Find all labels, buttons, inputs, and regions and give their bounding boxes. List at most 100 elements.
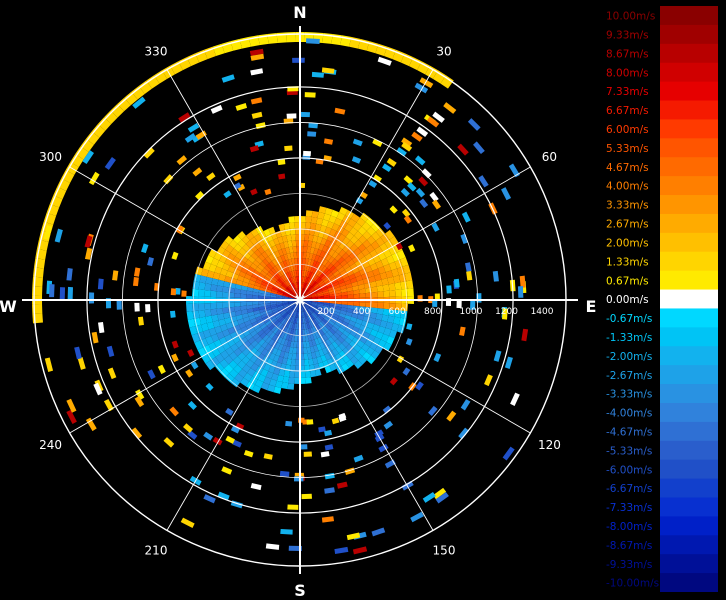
azimuth-label: 330 bbox=[145, 45, 168, 59]
colorbar-label: 8.67m/s bbox=[606, 48, 649, 60]
echo-cell bbox=[204, 289, 211, 297]
azimuth-label: 60 bbox=[542, 150, 557, 164]
echo-cell bbox=[252, 294, 259, 299]
echo-cell bbox=[352, 138, 363, 147]
colorbar-swatch bbox=[660, 157, 718, 177]
echo-cell bbox=[221, 74, 235, 83]
echo-cell bbox=[240, 293, 247, 299]
colorbar-label: 6.00m/s bbox=[606, 124, 649, 136]
echo-cell bbox=[457, 143, 469, 156]
echo-cell bbox=[346, 532, 361, 541]
echo-cell bbox=[49, 283, 55, 298]
echo-cell bbox=[389, 289, 396, 297]
echo-cell bbox=[288, 377, 295, 384]
colorbar-swatch bbox=[660, 24, 718, 45]
colorbar-swatch bbox=[660, 289, 718, 309]
colorbar-label: 2.67m/s bbox=[606, 219, 649, 231]
echo-cell bbox=[372, 138, 383, 147]
colorbar-label: -8.00m/s bbox=[606, 521, 652, 533]
echo-cell bbox=[305, 216, 312, 223]
colorbar-swatch bbox=[660, 384, 718, 404]
colorbar-swatch bbox=[660, 478, 718, 498]
echo-cell bbox=[289, 222, 295, 229]
echo-cell bbox=[321, 516, 335, 523]
echo-cell bbox=[204, 309, 212, 317]
echo-cell bbox=[203, 431, 214, 441]
echo-cell bbox=[453, 278, 460, 288]
echo-cell bbox=[300, 111, 311, 118]
echo-cell bbox=[246, 294, 253, 299]
echo-cell bbox=[44, 357, 54, 372]
colorbar-swatch bbox=[660, 251, 718, 272]
colorbar-swatch bbox=[660, 43, 718, 64]
echo-cell bbox=[414, 155, 426, 166]
azimuth-label: 240 bbox=[39, 438, 62, 452]
velocity-colorbar: 10.00m/s 9.33m/s 8.67m/s 8.00m/s 7.33m/s 6.67… bbox=[606, 6, 718, 592]
colorbar-label: -4.67m/s bbox=[606, 426, 652, 438]
echo-cell bbox=[243, 449, 254, 458]
echo-cell bbox=[249, 145, 260, 153]
colorbar-label: -1.33m/s bbox=[606, 332, 652, 344]
echo-cell bbox=[305, 377, 312, 384]
echo-cell bbox=[461, 211, 471, 223]
echo-cell bbox=[324, 472, 335, 480]
echo-cell bbox=[382, 163, 392, 173]
echo-cell bbox=[353, 454, 364, 463]
colorbar-swatch bbox=[660, 81, 718, 102]
echo-cell bbox=[171, 340, 179, 349]
echo-cell bbox=[181, 290, 187, 297]
echo-cell bbox=[250, 483, 262, 491]
echo-cell bbox=[74, 346, 82, 360]
echo-cell bbox=[187, 122, 200, 133]
echo-cell bbox=[418, 176, 429, 187]
echo-cell bbox=[376, 308, 384, 315]
echo-cell bbox=[252, 301, 259, 306]
echo-cell bbox=[264, 188, 272, 196]
echo-cell bbox=[407, 288, 414, 297]
echo-cell bbox=[198, 289, 205, 297]
echo-cell bbox=[192, 310, 200, 319]
echo-cell bbox=[133, 267, 141, 277]
echo-cell bbox=[147, 257, 154, 267]
colorbar-swatch bbox=[660, 402, 718, 423]
echo-cell bbox=[347, 294, 354, 299]
echo-cell bbox=[320, 451, 330, 458]
colorbar-swatch bbox=[660, 535, 718, 555]
echo-cell bbox=[501, 187, 512, 201]
echo-cell bbox=[98, 322, 105, 334]
echo-cell bbox=[492, 270, 499, 282]
echo-cell bbox=[176, 155, 188, 166]
echo-cell bbox=[382, 284, 390, 292]
colorbar-label: 0.00m/s bbox=[606, 294, 649, 306]
echo-cell bbox=[370, 286, 378, 293]
echo-cell bbox=[106, 345, 115, 357]
colorbar-swatch bbox=[660, 119, 718, 139]
azimuth-label: 120 bbox=[538, 438, 561, 452]
range-label: 800 bbox=[424, 307, 441, 317]
range-label: 1000 bbox=[460, 307, 483, 317]
echo-cell bbox=[306, 419, 314, 425]
colorbar-label: -9.33m/s bbox=[606, 559, 652, 571]
range-label: 1400 bbox=[531, 307, 554, 317]
echo-cell bbox=[195, 191, 204, 200]
echo-cell bbox=[222, 286, 230, 293]
echo-cell bbox=[386, 157, 397, 167]
echo-cell bbox=[170, 288, 177, 296]
echo-cell bbox=[466, 270, 473, 281]
echo-cell bbox=[204, 283, 212, 291]
colorbar-swatch bbox=[660, 100, 718, 120]
echo-cell bbox=[307, 131, 317, 137]
range-labels: 200 400 600 800 1000 1200 1400 bbox=[318, 307, 554, 317]
echo-cell bbox=[235, 103, 248, 111]
echo-cell bbox=[281, 382, 289, 390]
colorbar-label: 10.00m/s bbox=[606, 11, 655, 23]
echo-cell bbox=[351, 156, 362, 164]
colorbar-label: 2.00m/s bbox=[606, 237, 649, 249]
echo-cell bbox=[415, 381, 424, 391]
colorbar-label: -5.33m/s bbox=[606, 445, 652, 457]
colorbar-label: 4.00m/s bbox=[606, 181, 649, 193]
echo-cell bbox=[222, 291, 229, 298]
colorbar-label: -6.67m/s bbox=[606, 483, 652, 495]
echo-cell bbox=[408, 244, 416, 253]
echo-cell bbox=[163, 437, 175, 448]
